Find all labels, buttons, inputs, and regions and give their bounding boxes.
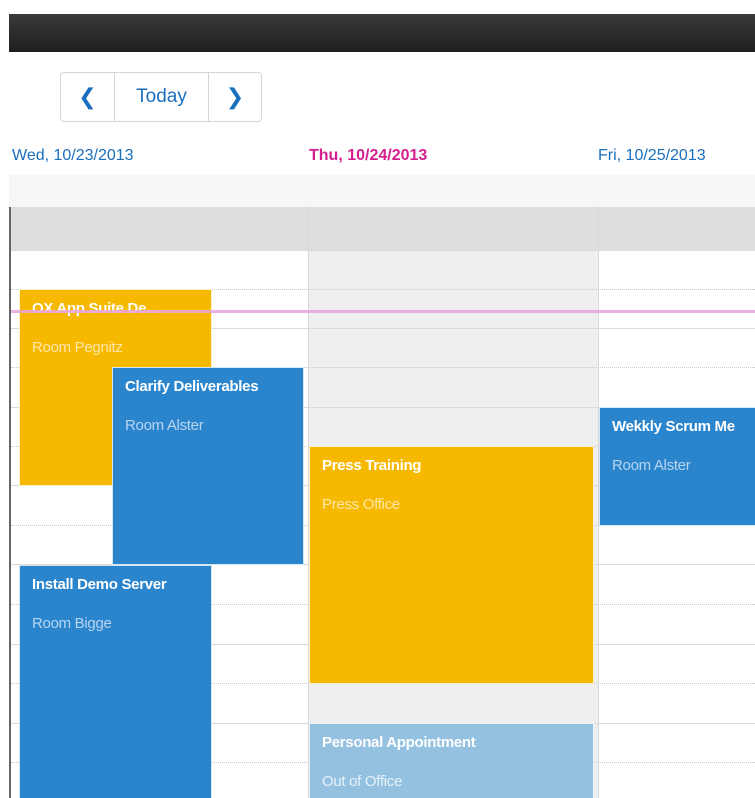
appointment-location: Out of Office <box>322 773 403 790</box>
today-label: Today <box>136 86 187 107</box>
appointment-location: Room Pegnitz <box>32 339 123 356</box>
current-time-indicator <box>11 310 755 313</box>
date-navigation: ❮ Today ❯ <box>60 72 262 122</box>
appointment-title: Press Training <box>322 457 422 474</box>
day-header-fri[interactable]: Fri, 10/25/2013 <box>598 147 706 165</box>
appointment-personal[interactable]: Personal Appointment Out of Office <box>309 723 594 798</box>
today-button[interactable]: Today <box>115 73 209 121</box>
chevron-right-icon: ❯ <box>225 84 245 109</box>
appointment-title: OX App Suite De... <box>32 300 158 317</box>
appointment-weekly-scrum[interactable]: Wekkly Scrum Me Room Alster <box>599 407 755 526</box>
appointment-press-training[interactable]: Press Training Press Office <box>309 446 594 684</box>
off-hours-shade <box>599 207 755 250</box>
off-hours-shade <box>11 207 308 250</box>
appointment-title: Install Demo Server <box>32 576 167 593</box>
chevron-left-icon: ❮ <box>78 84 97 109</box>
appointment-title: Personal Appointment <box>322 734 476 751</box>
appointment-title: Clarify Deliverables <box>125 378 259 395</box>
week-time-grid[interactable]: OX App Suite De... Room Pegnitz Clarify … <box>9 207 755 798</box>
appointment-location: Room Alster <box>125 417 204 434</box>
appointment-title: Wekkly Scrum Me <box>612 418 735 435</box>
next-button[interactable]: ❯ <box>209 73 261 121</box>
hour-line <box>11 250 755 251</box>
appointment-clarify-deliverables[interactable]: Clarify Deliverables Room Alster <box>112 367 304 565</box>
appointment-location: Room Bigge <box>32 615 112 632</box>
previous-button[interactable]: ❮ <box>61 73 115 121</box>
off-hours-shade <box>309 207 598 250</box>
appointment-location: Room Alster <box>612 457 691 474</box>
day-header-thu[interactable]: Thu, 10/24/2013 <box>309 147 427 165</box>
all-day-row[interactable] <box>9 175 755 207</box>
day-header-wed[interactable]: Wed, 10/23/2013 <box>12 147 134 165</box>
appointment-location: Press Office <box>322 496 400 513</box>
appointment-install-demo-server[interactable]: Install Demo Server Room Bigge <box>19 565 212 798</box>
app-top-bar <box>9 14 755 52</box>
